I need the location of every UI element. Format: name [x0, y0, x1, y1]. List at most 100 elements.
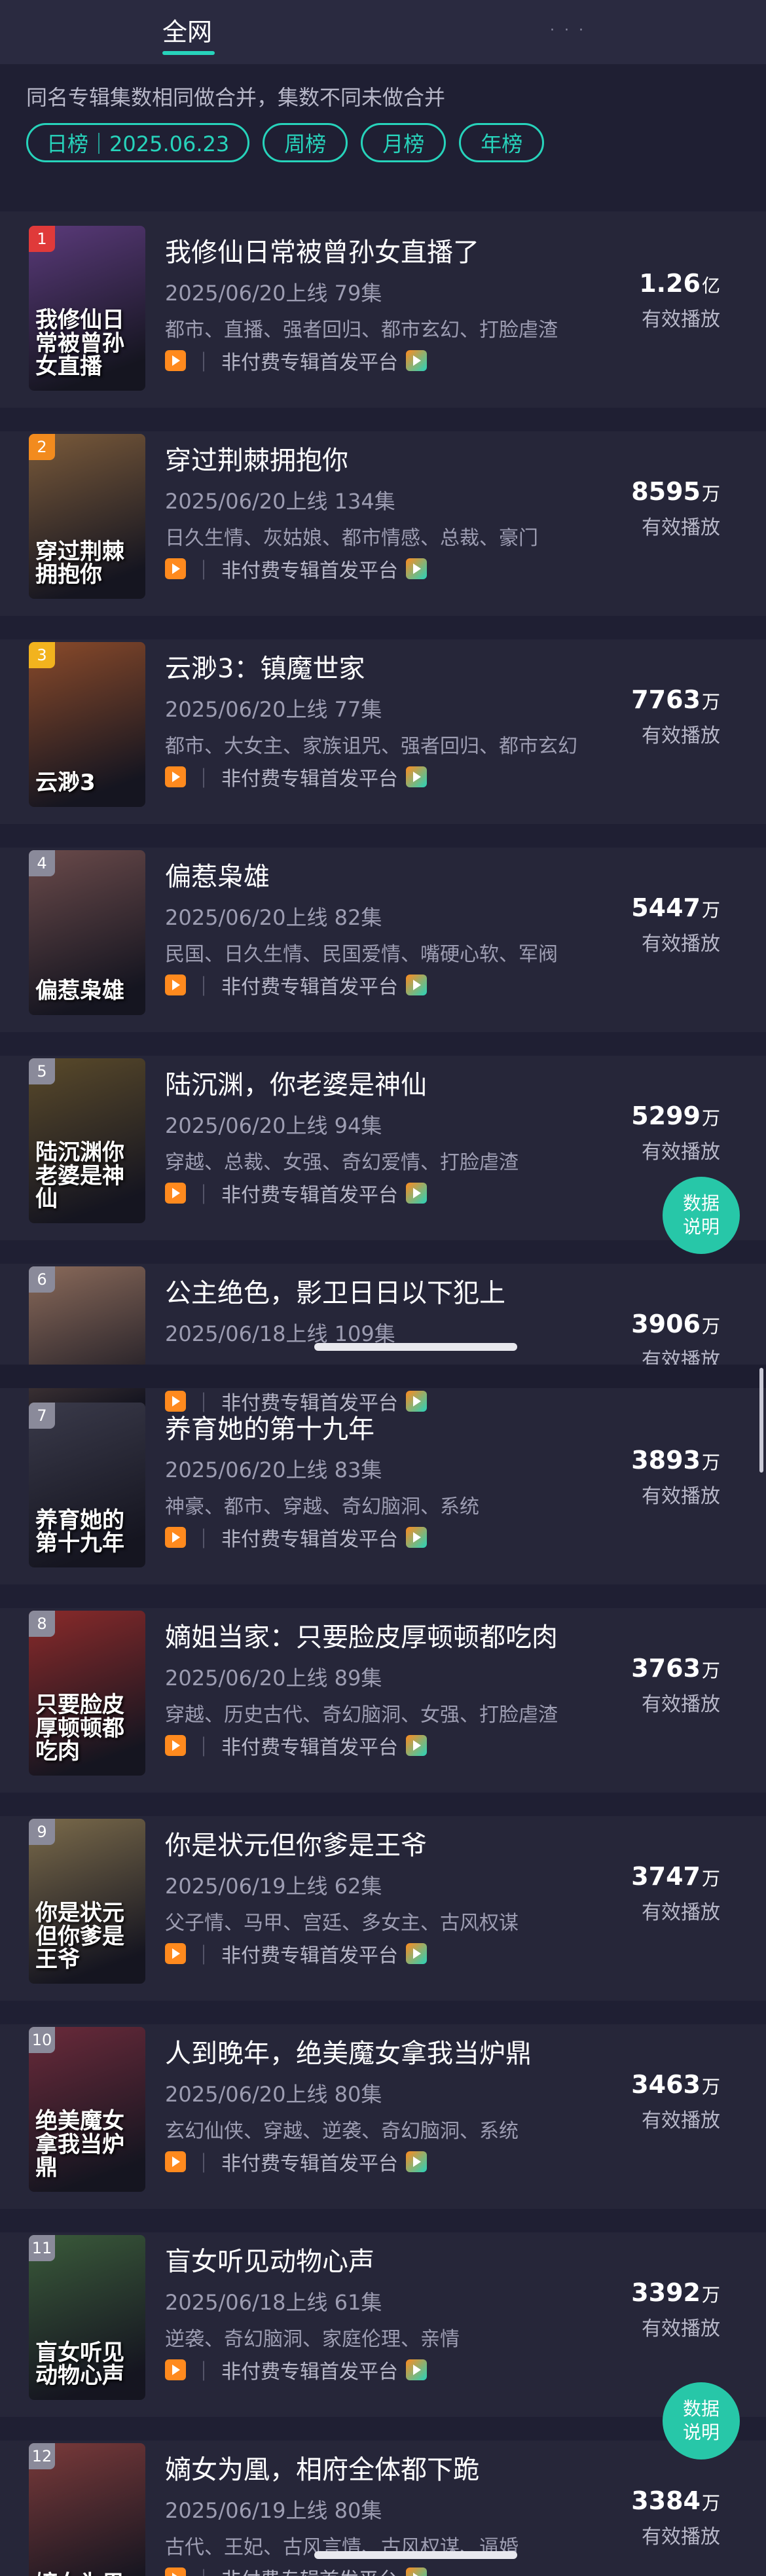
genre-tags: 父子情、马甲、宫廷、多女主、古风权谋	[165, 1912, 519, 1935]
release-info: 2025/06/20上线 83集	[165, 1458, 382, 1482]
platform-row: ｜ 非付费专辑首发平台	[165, 554, 427, 583]
list-item[interactable]: 10 绝美魔女拿我当炉鼎 人到晚年，绝美魔女拿我当炉鼎 2025/06/20上线…	[0, 2012, 766, 2221]
platform-play-icon	[165, 2567, 186, 2576]
drama-cover-image[interactable]: 1 我修仙日常被曾孙女直播	[29, 226, 145, 391]
list-item[interactable]: 9 你是状元但你爹是王爷 你是状元但你爹是王爷 2025/06/19上线 62集…	[0, 1804, 766, 2012]
drama-cover-image[interactable]: 8 只要脸皮厚顿顿都吃肉	[29, 1611, 145, 1776]
release-info: 2025/06/20上线 89集	[165, 1666, 382, 1690]
rank-badge: 9	[29, 1819, 55, 1845]
release-info: 2025/06/19上线 62集	[165, 1874, 382, 1899]
drama-title[interactable]: 偏惹枭雄	[165, 855, 270, 893]
genre-tags: 玄幻仙侠、穿越、逆袭、奇幻脑洞、系统	[165, 2120, 519, 2143]
screenshot-seam	[0, 1365, 766, 1388]
platform-row: ｜ 非付费专辑首发平台	[165, 1939, 427, 1968]
drama-title[interactable]: 穿过荆棘拥抱你	[165, 439, 348, 477]
platform-app-icon	[406, 975, 427, 995]
play-count-value: 3392	[631, 2278, 701, 2307]
drama-title[interactable]: 云渺3：镇魔世家	[165, 647, 365, 685]
drama-cover-image[interactable]: 10 绝美魔女拿我当炉鼎	[29, 2027, 145, 2192]
list-item[interactable]: 7 养育她的第十九年 养育她的第十九年 2025/06/20上线 83集 神豪、…	[0, 1388, 766, 1596]
platform-label: 非付费专辑首发平台	[221, 1184, 398, 1207]
play-count-unit: 万	[701, 691, 720, 713]
platform-label: 非付费专辑首发平台	[221, 2361, 398, 2384]
list-item[interactable]: 3 云渺3 云渺3：镇魔世家 2025/06/20上线 77集 都市、大女主、家…	[0, 628, 766, 836]
list-item[interactable]: 2 穿过荆棘拥抱你 穿过荆棘拥抱你 2025/06/20上线 134集 日久生情…	[0, 420, 766, 628]
platform-row: ｜ 非付费专辑首发平台	[165, 1179, 427, 1208]
platform-row: ｜ 非付费专辑首发平台	[165, 971, 427, 999]
rank-badge: 4	[29, 850, 55, 876]
separator: ｜	[194, 560, 213, 582]
platform-row: ｜ 非付费专辑首发平台	[165, 2147, 427, 2176]
drama-cover-image[interactable]: 12 嫡女为凰	[29, 2443, 145, 2576]
drama-cover-image[interactable]: 11 盲女听见动物心声	[29, 2235, 145, 2400]
drama-title[interactable]: 嫡姐当家：只要脸皮厚顿顿都吃肉	[165, 1616, 558, 1654]
list-item[interactable]: 11 盲女听见动物心声 盲女听见动物心声 2025/06/18上线 61集 逆袭…	[0, 2221, 766, 2429]
drama-title[interactable]: 公主绝色，影卫日日以下犯上	[165, 1272, 505, 1310]
drama-title[interactable]: 你是状元但你爹是王爷	[165, 1824, 427, 1862]
chip-daily[interactable]: 日榜｜2025.06.23	[26, 123, 250, 162]
platform-label: 非付费专辑首发平台	[221, 351, 398, 374]
release-info: 2025/06/19上线 80集	[165, 2498, 382, 2523]
play-count-value: 5447	[631, 893, 701, 922]
tab-all[interactable]: 全网	[162, 12, 212, 48]
platform-app-icon	[406, 2567, 427, 2576]
separator: ｜	[194, 2153, 213, 2175]
list-item[interactable]: 8 只要脸皮厚顿顿都吃肉 嫡姐当家：只要脸皮厚顿顿都吃肉 2025/06/20上…	[0, 1596, 766, 1804]
drama-title[interactable]: 人到晚年，绝美魔女拿我当炉鼎	[165, 2032, 532, 2070]
play-count-label: 有效播放	[642, 2317, 720, 2340]
drama-title[interactable]: 陆沉渊，你老婆是神仙	[165, 1064, 427, 1101]
separator: ｜	[194, 976, 213, 999]
play-count-value: 1.26	[639, 269, 701, 298]
release-info: 2025/06/20上线 80集	[165, 2082, 382, 2107]
play-count: 3747万	[631, 1862, 720, 1891]
data-info-button[interactable]: 数据 说明	[663, 2382, 740, 2460]
drama-title[interactable]: 盲女听见动物心声	[165, 2240, 374, 2278]
separator: ｜	[194, 2564, 213, 2576]
drama-cover-image[interactable]: 5 陆沉渊你老婆是神仙	[29, 1058, 145, 1223]
platform-label: 非付费专辑首发平台	[221, 1528, 398, 1551]
play-count: 8595万	[631, 477, 720, 506]
drama-cover-image[interactable]: 2 穿过荆棘拥抱你	[29, 434, 145, 599]
rank-badge: 11	[29, 2235, 55, 2261]
platform-row: ｜ 非付费专辑首发平台	[165, 762, 427, 791]
data-info-button[interactable]: 数据 说明	[663, 1177, 740, 1254]
home-indicator	[314, 1343, 517, 1351]
cover-title-art: 你是状元但你爹是王爷	[35, 1899, 124, 1973]
play-count-unit: 万	[701, 2492, 720, 2514]
platform-play-icon	[165, 1735, 186, 1756]
active-tab-indicator	[162, 51, 215, 55]
home-indicator	[314, 2551, 517, 2559]
chip-monthly[interactable]: 月榜	[361, 123, 447, 162]
drama-cover-image[interactable]: 3 云渺3	[29, 642, 145, 807]
scrollbar[interactable]	[759, 1368, 763, 1473]
platform-play-icon	[165, 558, 186, 579]
drama-cover-image[interactable]: 4 偏惹枭雄	[29, 850, 145, 1015]
filter-area: 同名专辑集数相同做合并，集数不同未做合并 日榜｜2025.06.23 周榜 月榜…	[0, 64, 766, 185]
platform-play-icon	[165, 1943, 186, 1964]
list-item[interactable]: 4 偏惹枭雄 偏惹枭雄 2025/06/20上线 82集 民国、日久生情、民国爱…	[0, 836, 766, 1044]
platform-label: 非付费专辑首发平台	[221, 976, 398, 999]
play-count-unit: 万	[701, 899, 720, 921]
genre-tags: 民国、日久生情、民国爱情、嘴硬心软、军阀	[165, 943, 558, 966]
separator: ｜	[194, 2361, 213, 2384]
separator: ｜	[194, 1944, 213, 1967]
release-info: 2025/06/20上线 94集	[165, 1113, 382, 1138]
chip-yearly[interactable]: 年榜	[459, 123, 545, 162]
play-count-label: 有效播放	[642, 516, 720, 539]
release-info: 2025/06/18上线 61集	[165, 2290, 382, 2315]
drama-title[interactable]: 养育她的第十九年	[165, 1408, 374, 1446]
chip-weekly[interactable]: 周榜	[263, 123, 348, 162]
drama-title[interactable]: 我修仙日常被曾孙女直播了	[165, 231, 479, 269]
play-count-unit: 万	[701, 1315, 720, 1337]
play-count-value: 5299	[631, 1101, 701, 1130]
genre-tags: 日久生情、灰姑娘、都市情感、总裁、豪门	[165, 527, 538, 550]
drama-title[interactable]: 嫡女为凰，相府全体都下跪	[165, 2448, 479, 2486]
platform-label: 非付费专辑首发平台	[221, 2153, 398, 2175]
list-item[interactable]: 5 陆沉渊你老婆是神仙 陆沉渊，你老婆是神仙 2025/06/20上线 94集 …	[0, 1044, 766, 1252]
platform-app-icon	[406, 766, 427, 787]
platform-app-icon	[406, 2151, 427, 2172]
drama-cover-image[interactable]: 9 你是状元但你爹是王爷	[29, 1819, 145, 1984]
drama-cover-image[interactable]: 7 养育她的第十九年	[29, 1403, 145, 1567]
tab-other-blurred[interactable]: · · ·	[550, 22, 602, 39]
list-item[interactable]: 1 我修仙日常被曾孙女直播 我修仙日常被曾孙女直播了 2025/06/20上线 …	[0, 211, 766, 420]
